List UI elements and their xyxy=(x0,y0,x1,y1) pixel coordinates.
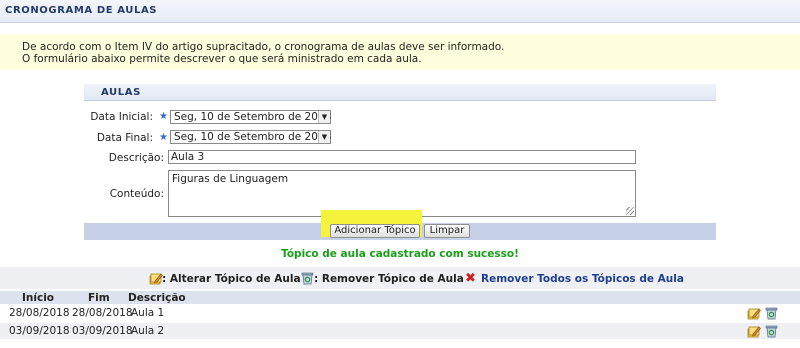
edit-topic-icon[interactable] xyxy=(747,307,761,320)
notice-line-1: De acordo com o Item IV do artigo suprac… xyxy=(22,41,505,53)
legend-edit-text: : Alterar Tópico de Aula xyxy=(162,273,301,285)
form-header: AULAS xyxy=(84,84,716,101)
col-descricao: Descrição xyxy=(128,292,186,304)
row-inicio: 28/08/2018 xyxy=(9,307,70,319)
data-inicial-label: Data Inicial: xyxy=(90,111,153,123)
recycle-bin-icon[interactable] xyxy=(765,324,778,338)
form-title: AULAS xyxy=(101,87,141,98)
edit-topic-icon xyxy=(149,273,163,285)
recycle-bin-icon xyxy=(301,272,314,285)
chevron-down-icon: ▼ xyxy=(318,131,330,143)
descricao-input[interactable]: Aula 3 xyxy=(168,150,636,164)
clear-button[interactable]: Limpar xyxy=(424,224,470,238)
required-star-icon: ★ xyxy=(159,111,168,122)
section-header: CRONOGRAMA DE AULAS xyxy=(0,0,800,23)
col-inicio: Início xyxy=(22,292,55,304)
legend-remove-text: : Remover Tópico de Aula xyxy=(314,273,464,285)
data-final-value: Seg, 10 de Setembro de 2018 xyxy=(174,131,332,143)
table-row: 28/08/2018 28/08/2018 Aula 1 xyxy=(0,305,800,321)
page-title: CRONOGRAMA DE AULAS xyxy=(5,5,158,16)
conteudo-value: Figuras de Linguagem xyxy=(172,173,289,185)
required-star-icon: ★ xyxy=(159,132,168,143)
table-row: 03/09/2018 03/09/2018 Aula 2 xyxy=(0,323,800,339)
row-descricao: Aula 2 xyxy=(131,325,165,337)
descricao-label: Descrição: xyxy=(108,152,164,164)
recycle-bin-icon[interactable] xyxy=(765,306,778,320)
data-inicial-select[interactable]: Seg, 10 de Setembro de 2018 ▼ xyxy=(170,110,331,124)
chevron-down-icon: ▼ xyxy=(318,111,330,123)
data-inicial-value: Seg, 10 de Setembro de 2018 xyxy=(174,111,332,123)
data-final-label: Data Final: xyxy=(96,132,153,144)
data-final-select[interactable]: Seg, 10 de Setembro de 2018 ▼ xyxy=(170,130,331,144)
row-descricao: Aula 1 xyxy=(131,307,165,319)
legend-bar: : Alterar Tópico de Aula : Remover Tópic… xyxy=(0,267,800,289)
table-header: Início Fim Descrição xyxy=(0,291,800,304)
row-fim: 28/08/2018 xyxy=(72,307,133,319)
red-x-icon[interactable]: ✖ xyxy=(465,271,476,286)
row-inicio: 03/09/2018 xyxy=(9,325,70,337)
col-fim: Fim xyxy=(88,292,110,304)
resize-grip-icon[interactable] xyxy=(626,207,634,215)
add-topic-button[interactable]: Adicionar Tópico xyxy=(330,224,420,238)
row-fim: 03/09/2018 xyxy=(72,325,133,337)
aulas-form: AULAS Data Inicial: ★ Seg, 10 de Setembr… xyxy=(84,84,716,240)
remove-all-topics-link[interactable]: Remover Todos os Tópicos de Aula xyxy=(481,273,684,285)
edit-topic-icon[interactable] xyxy=(747,325,761,338)
notice-line-2: O formulário abaixo permite descrever o … xyxy=(22,53,422,65)
conteudo-label: Conteúdo: xyxy=(109,188,164,200)
success-message: Tópico de aula cadastrado com sucesso! xyxy=(281,248,519,260)
info-notice: De acordo com o Item IV do artigo suprac… xyxy=(0,34,800,70)
